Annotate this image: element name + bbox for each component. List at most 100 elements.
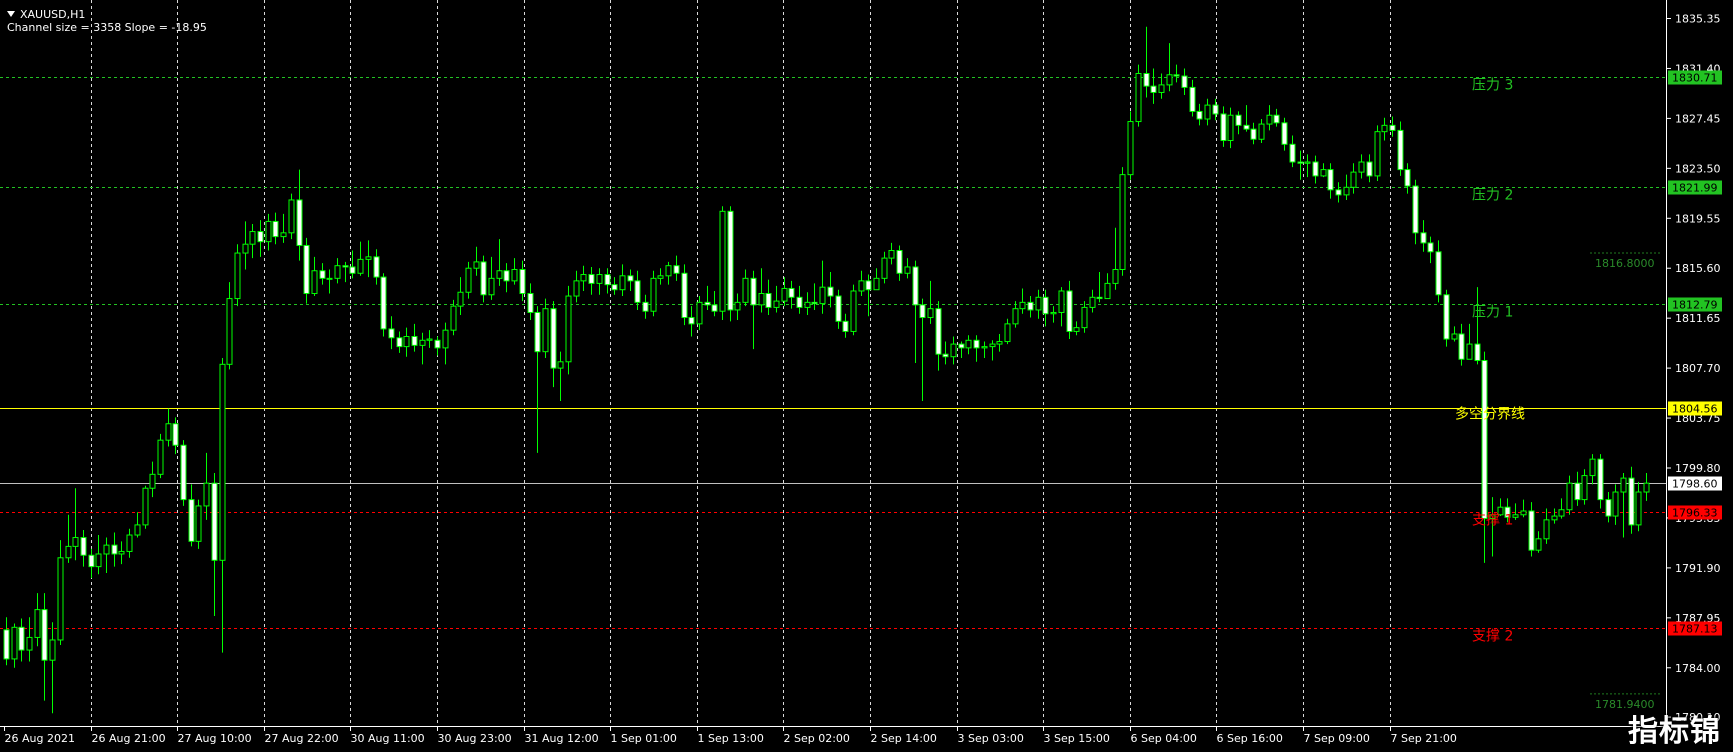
candle-body bbox=[819, 286, 826, 305]
candle-body bbox=[172, 423, 179, 446]
time-tick-label: 2 Sep 14:00 bbox=[871, 732, 937, 745]
candle-body bbox=[1119, 174, 1126, 270]
candle-body bbox=[1474, 343, 1481, 362]
candle-body bbox=[203, 482, 210, 507]
candle-body bbox=[1597, 458, 1604, 501]
candle-body bbox=[1358, 161, 1365, 173]
candle-body bbox=[1427, 242, 1434, 253]
candle-body bbox=[950, 343, 957, 358]
candle-body bbox=[326, 277, 333, 280]
candle-body bbox=[57, 557, 64, 641]
candle-body bbox=[80, 537, 87, 556]
price-tick-label: 1815.60 bbox=[1675, 262, 1721, 275]
symbol-header[interactable]: XAUUSD,H1 bbox=[7, 8, 85, 21]
candle-body bbox=[927, 308, 934, 319]
candle-body bbox=[365, 256, 372, 260]
candle-body bbox=[657, 275, 664, 279]
candle-body bbox=[88, 554, 95, 568]
level-name-resistance: 压力 3 bbox=[1472, 78, 1513, 94]
level-name-resistance: 压力 2 bbox=[1472, 188, 1513, 204]
candle-body bbox=[1250, 128, 1257, 140]
candle-body bbox=[681, 272, 688, 319]
candle-body bbox=[758, 293, 765, 306]
candle-body bbox=[118, 550, 125, 555]
candle-body bbox=[26, 636, 33, 651]
time-tick-label: 7 Sep 21:00 bbox=[1391, 732, 1457, 745]
candle-body bbox=[850, 290, 857, 332]
time-tick-label: 26 Aug 2021 bbox=[5, 732, 75, 745]
candle-body bbox=[457, 291, 464, 307]
candle-body bbox=[434, 339, 441, 349]
candle-body bbox=[1512, 514, 1519, 518]
candle-body bbox=[1058, 290, 1065, 313]
candle-body bbox=[157, 439, 164, 475]
level-name-pivot: 多空分界线 bbox=[1455, 406, 1525, 423]
candle-body bbox=[473, 261, 480, 269]
candle-body bbox=[604, 274, 611, 286]
candle-body bbox=[380, 276, 387, 330]
candle-body bbox=[1019, 301, 1026, 310]
candle-body bbox=[1204, 104, 1211, 120]
candle-body bbox=[496, 270, 503, 279]
candle-body bbox=[1173, 74, 1180, 77]
time-tick-label: 3 Sep 15:00 bbox=[1044, 732, 1110, 745]
candle-body bbox=[573, 280, 580, 297]
level-price-label: 1821.99 bbox=[1672, 182, 1718, 195]
candle-body bbox=[804, 301, 811, 308]
candle-body bbox=[827, 286, 834, 297]
candle-body bbox=[1304, 161, 1311, 164]
candle-body bbox=[165, 423, 172, 441]
candle-body bbox=[665, 265, 672, 277]
candle-body bbox=[1042, 296, 1049, 315]
candle-body bbox=[1150, 85, 1157, 93]
candle-body bbox=[126, 534, 133, 552]
candle-body bbox=[1366, 161, 1373, 177]
candle-body bbox=[265, 220, 272, 243]
candle-body bbox=[34, 609, 41, 638]
candle-body bbox=[1612, 491, 1619, 517]
candle-body bbox=[1574, 482, 1581, 501]
level-name-resistance: 压力 1 bbox=[1472, 305, 1513, 321]
candle-body bbox=[973, 339, 980, 349]
candle-body bbox=[226, 298, 233, 365]
candle-body bbox=[565, 295, 572, 363]
candle-body bbox=[865, 280, 872, 291]
candle-body bbox=[1050, 311, 1057, 315]
time-tick-label: 27 Aug 22:00 bbox=[265, 732, 339, 745]
candle-body bbox=[49, 639, 56, 661]
candle-body bbox=[965, 339, 972, 349]
candle-body bbox=[881, 257, 888, 279]
candle-body bbox=[1004, 323, 1011, 343]
price-chart[interactable]: 1835.351831.401827.451823.501819.551815.… bbox=[0, 0, 1733, 752]
dropdown-triangle-icon[interactable] bbox=[7, 11, 15, 17]
price-tick-label: 1835.35 bbox=[1675, 12, 1721, 25]
candle-body bbox=[1543, 519, 1550, 540]
candle-body bbox=[211, 482, 218, 561]
candle-body bbox=[1243, 124, 1250, 130]
candle-body bbox=[296, 199, 303, 246]
candle-body bbox=[396, 337, 403, 348]
candle-body bbox=[1451, 333, 1458, 340]
candle-body bbox=[342, 265, 349, 268]
level-price-label: 1830.71 bbox=[1672, 72, 1718, 85]
candle-body bbox=[257, 231, 264, 243]
candle-body bbox=[480, 261, 487, 296]
candle-body bbox=[1297, 161, 1304, 164]
candle-body bbox=[319, 270, 326, 279]
candle-body bbox=[527, 293, 534, 313]
candle-body bbox=[534, 311, 541, 353]
candle-body bbox=[426, 338, 433, 341]
candle-body bbox=[180, 444, 187, 501]
candle-body bbox=[773, 300, 780, 308]
candle-body bbox=[796, 296, 803, 308]
candle-body bbox=[234, 252, 241, 300]
candle-body bbox=[1435, 251, 1442, 296]
candle-body bbox=[465, 267, 472, 293]
price-tick-label: 1819.55 bbox=[1675, 212, 1721, 225]
candle-body bbox=[1273, 114, 1280, 124]
candle-body bbox=[1389, 124, 1396, 131]
price-tick-label: 1807.70 bbox=[1675, 362, 1721, 375]
candle-body bbox=[642, 301, 649, 312]
candle-body bbox=[1289, 143, 1296, 163]
candle-body bbox=[727, 210, 734, 311]
